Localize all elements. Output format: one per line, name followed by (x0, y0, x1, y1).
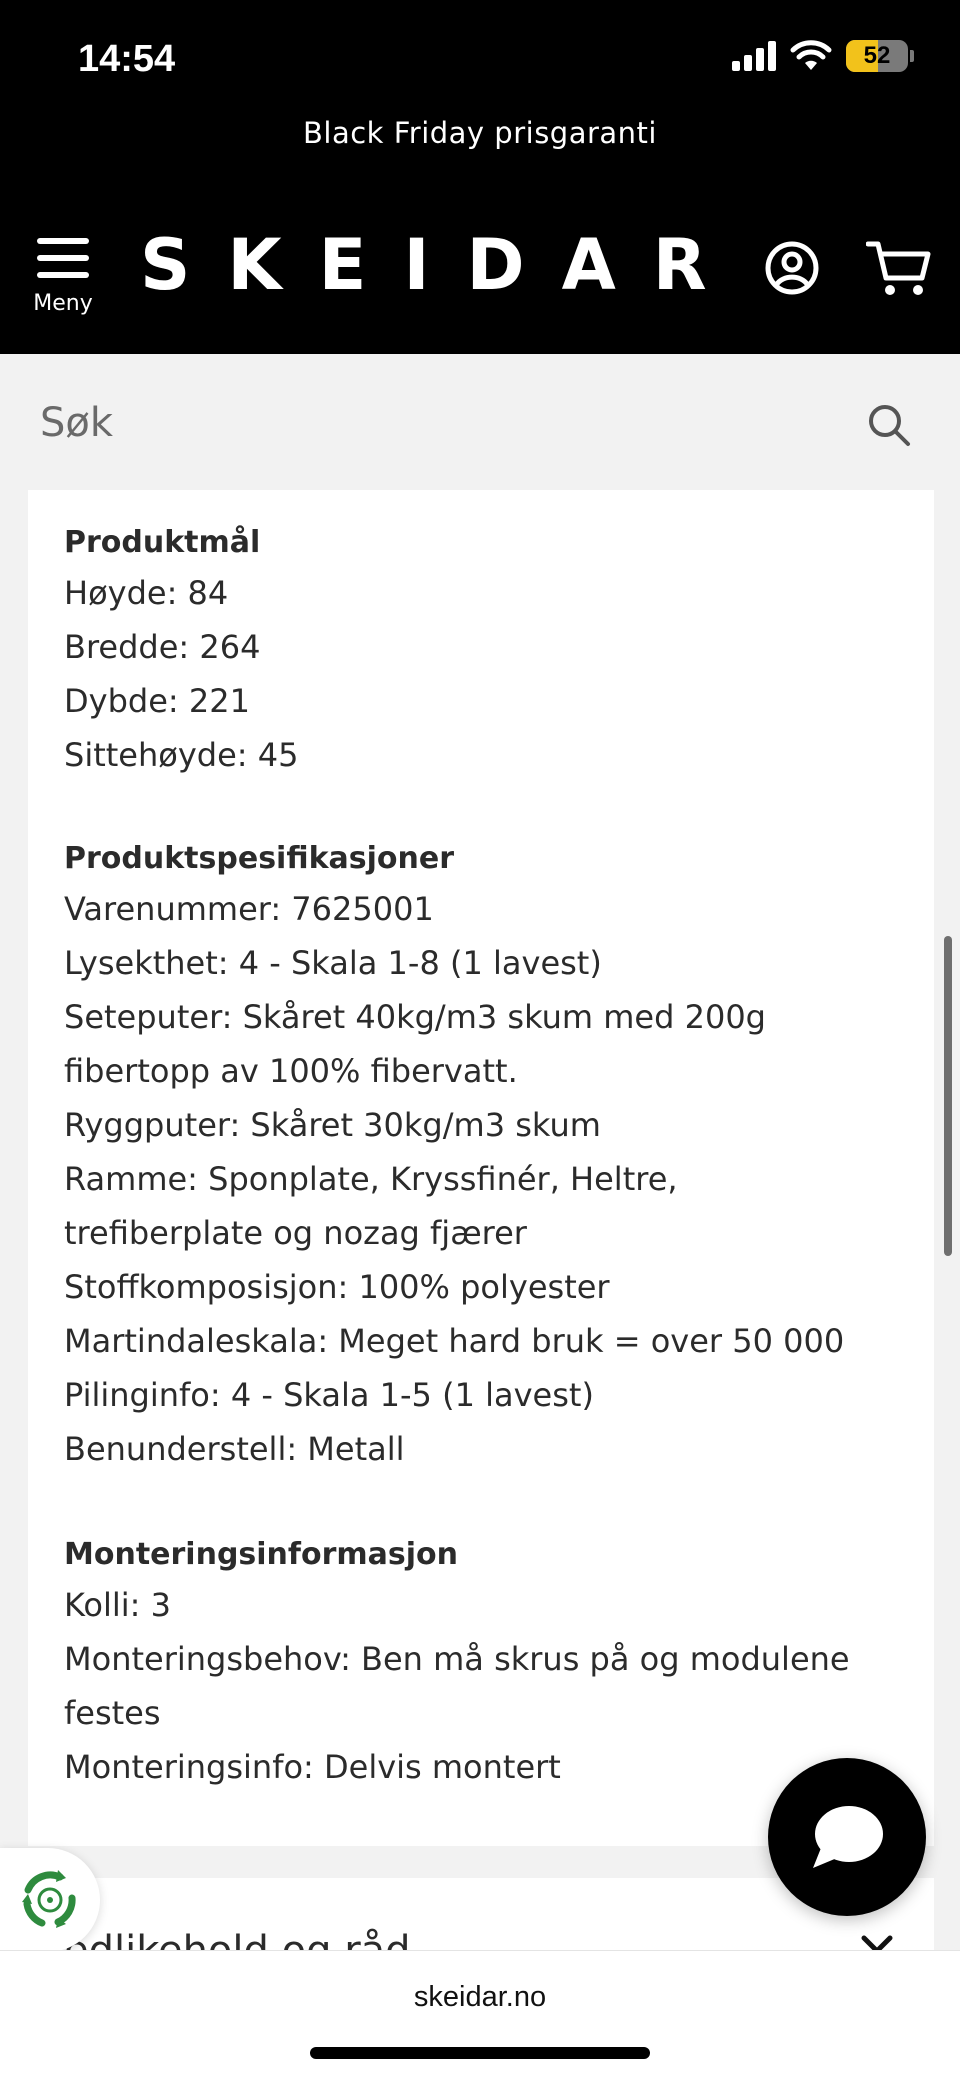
spec-line: Benunderstell: Metall (64, 1430, 405, 1468)
spec-line: Ramme: Sponplate, Kryssfinér, Heltre, (64, 1160, 678, 1198)
menu-label: Meny (33, 291, 93, 316)
search-bar (0, 354, 960, 490)
dimensions-section: Produktmål Høyde: 84 Bredde: 264 Dybde: … (64, 520, 924, 782)
dimension-line: Bredde: 264 (64, 628, 261, 666)
spec-line: trefiberplate og nozag fjærer (64, 1214, 527, 1252)
search-input[interactable] (40, 388, 840, 458)
account-icon[interactable] (764, 240, 820, 296)
browser-address-bar: skeidar.no (0, 1950, 960, 2078)
promo-banner[interactable]: Black Friday prisgaranti (0, 116, 960, 150)
spec-line: Stoffkomposisjon: 100% polyester (64, 1268, 610, 1306)
spec-line: Lysekthet: 4 - Skala 1-8 (1 lavest) (64, 944, 602, 982)
menu-button[interactable]: Meny (30, 238, 96, 316)
cellular-signal-icon (732, 41, 776, 71)
hamburger-icon (37, 238, 89, 289)
battery-percent: 52 (863, 42, 891, 69)
product-details-card: Produktmål Høyde: 84 Bredde: 264 Dybde: … (28, 490, 934, 1846)
assembly-line: Kolli: 3 (64, 1586, 171, 1624)
assembly-section: Monteringsinformasjon Kolli: 3 Montering… (64, 1532, 924, 1794)
eco-badge[interactable] (0, 1848, 100, 1952)
spec-line: Varenummer: 7625001 (64, 890, 434, 928)
dimension-line: Dybde: 221 (64, 682, 250, 720)
wifi-icon (790, 40, 832, 70)
status-time: 14:54 (78, 38, 176, 80)
search-icon[interactable] (866, 402, 912, 448)
battery-icon: 52 (846, 40, 908, 72)
top-header: 14:54 52 Black Friday prisgaranti Meny S… (0, 0, 960, 354)
dimension-line: Sittehøyde: 45 (64, 736, 299, 774)
assembly-line: festes (64, 1694, 161, 1732)
battery-cap (910, 50, 914, 62)
spec-line: fibertopp av 100% fibervatt. (64, 1052, 518, 1090)
dimension-line: Høyde: 84 (64, 574, 229, 612)
spec-line: Pilinginfo: 4 - Skala 1-5 (1 lavest) (64, 1376, 594, 1414)
care-accordion-title: edlikehold og råd (64, 1928, 411, 1950)
spec-line: Seteputer: Skåret 40kg/m3 skum med 200g (64, 998, 766, 1036)
spec-line: Martindaleskala: Meget hard bruk = over … (64, 1322, 845, 1360)
cart-icon[interactable] (866, 238, 932, 298)
chat-button[interactable] (768, 1758, 926, 1916)
specs-title: Produktspesifikasjoner (64, 841, 455, 876)
assembly-line: Monteringsbehov: Ben må skrus på og modu… (64, 1640, 850, 1678)
chat-bubble-icon (813, 1806, 883, 1868)
url-label[interactable]: skeidar.no (0, 1981, 960, 2014)
page-scrollbar[interactable] (944, 936, 952, 1256)
recycle-icon (22, 1870, 76, 1928)
dimensions-title: Produktmål (64, 525, 261, 560)
skeidar-logo[interactable]: SKEIDAR (140, 224, 744, 306)
specs-section: Produktspesifikasjoner Varenummer: 76250… (64, 836, 924, 1476)
home-indicator[interactable] (310, 2047, 650, 2059)
spec-line: Ryggputer: Skåret 30kg/m3 skum (64, 1106, 601, 1144)
assembly-title: Monteringsinformasjon (64, 1537, 458, 1572)
status-icons: 52 (732, 40, 914, 72)
